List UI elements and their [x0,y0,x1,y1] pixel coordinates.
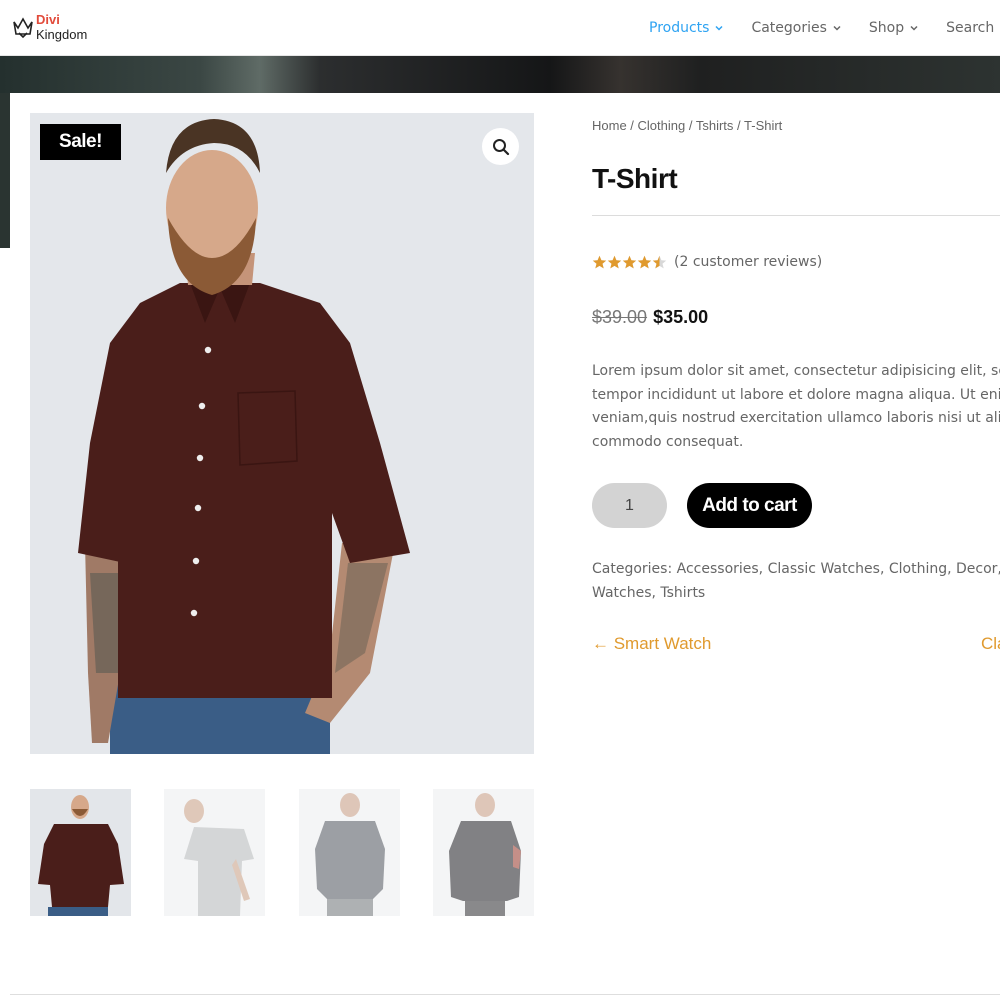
breadcrumb-home[interactable]: Home [592,118,627,133]
star-icon [652,255,667,268]
description-line: veniam,quis nostrud exercitation ullamco… [592,410,1000,426]
nav-products[interactable]: Products [649,18,723,38]
chevron-down-icon [715,25,723,31]
logo-text-top: Divi [36,12,60,27]
star-icon [637,255,652,268]
thumbnail-image [299,789,400,916]
chevron-down-icon [910,25,918,31]
nav-shop[interactable]: Shop [869,18,918,38]
magnifier-icon [492,138,509,155]
breadcrumb-separator: / [626,118,638,133]
reviews-link[interactable]: (2 customer reviews) [674,254,822,270]
product-rating: (2 customer reviews) [592,254,822,270]
old-price: $39.00 [592,307,648,327]
nav-label: Categories [751,20,827,36]
description-line: Lorem ipsum dolor sit amet, consectetur … [592,363,1000,379]
category-links[interactable]: Accessories, Classic Watches, Clothing, … [677,561,1000,577]
product-thumbnail[interactable] [164,789,265,916]
star-icon [622,255,637,268]
categories-label: Categories: [592,561,673,577]
product-main-image[interactable] [30,113,534,754]
sale-price: $35.00 [653,307,709,327]
nav-label: Products [649,20,710,36]
zoom-button[interactable] [482,128,519,165]
nav-label: Shop [868,20,905,36]
footer-divider [10,994,1000,995]
description-line: tempor incididunt ut labore et dolore ma… [592,386,1000,403]
site-logo[interactable]: Divi Kingdom [12,10,102,46]
main-nav: Products Categories Shop Search [649,18,1000,38]
product-thumbnail[interactable] [299,789,400,916]
logo-text-bottom: Kingdom [36,27,88,42]
nav-categories[interactable]: Categories [751,18,841,38]
add-to-cart-button[interactable]: Add to cart [687,483,812,528]
breadcrumb-clothing[interactable]: Clothing [638,118,686,133]
site-header: Divi Kingdom Products Categories Shop Se… [0,0,1000,56]
nav-search[interactable]: Search [946,18,994,38]
sale-badge: Sale! [40,124,121,160]
product-title: T-Shirt [592,163,678,194]
breadcrumb: Home / Clothing / Tshirts / T-Shirt [592,118,782,133]
category-links[interactable]: Watches, Tshirts [592,585,705,601]
thumbnail-image [164,789,265,916]
product-price: $39.00 $35.00 [592,307,708,328]
star-rating [592,255,667,270]
product-thumbnail[interactable] [30,789,131,916]
product-thumbnail[interactable] [433,789,534,916]
breadcrumb-current: T-Shirt [744,118,783,133]
hero-banner-edge [0,93,10,248]
hero-banner-image [0,56,1000,93]
breadcrumb-separator: / [733,118,745,133]
thumbnail-image [433,789,534,916]
breadcrumb-tshirts[interactable]: Tshirts [696,118,734,133]
product-categories: Categories: Accessories, Classic Watches… [592,558,1000,605]
nav-label: Search [946,20,995,36]
breadcrumb-separator: / [685,118,696,133]
quantity-input[interactable]: 1 [592,483,667,528]
previous-product-link[interactable]: ← Smart Watch [592,634,711,654]
product-description: Lorem ipsum dolor sit amet, consectetur … [592,360,1000,454]
next-product-link[interactable]: Cla [981,634,1000,654]
chevron-down-icon [833,25,841,31]
description-line: commodo consequat. [592,433,744,450]
star-icon [592,255,607,268]
model-photo [30,113,534,754]
star-icon [607,255,622,268]
crown-icon [13,17,33,39]
thumbnail-image [30,789,131,916]
title-divider [592,215,1000,216]
